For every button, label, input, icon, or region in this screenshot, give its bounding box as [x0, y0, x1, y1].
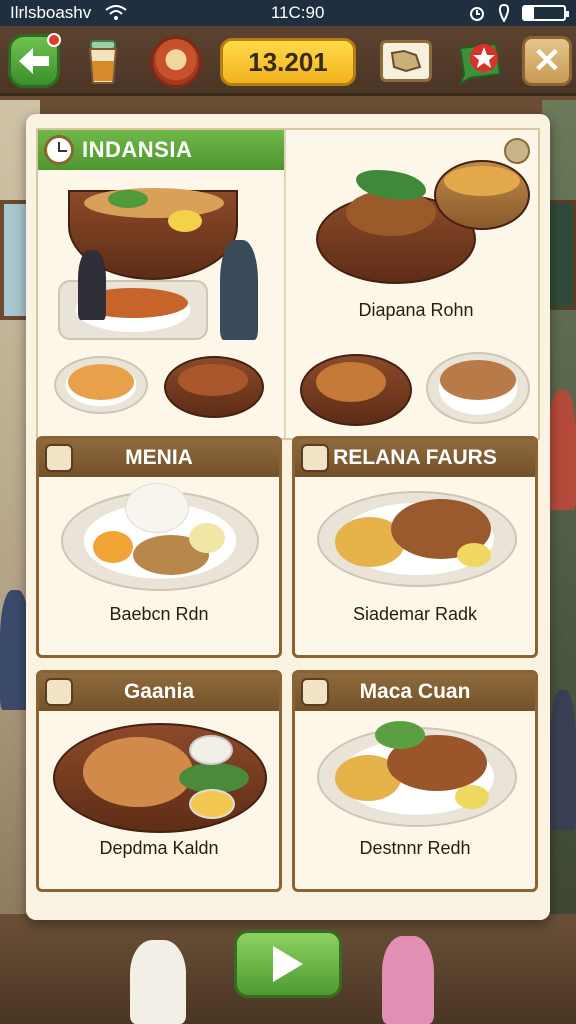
- featured-section: INDANSIA Diapana Rohn: [36, 128, 540, 440]
- card-header: RELANA FAURS: [295, 439, 535, 477]
- side-food: [440, 360, 516, 400]
- card-header: Gaania: [39, 673, 279, 711]
- vegetables: [375, 721, 425, 749]
- card-label: Baebcn Rdn: [109, 604, 209, 624]
- chef-icon: [301, 678, 329, 706]
- featured-title: INDANSIA: [82, 137, 193, 162]
- location-icon: [498, 4, 510, 22]
- server-woman: [220, 240, 258, 340]
- featured-dish-right[interactable]: Diapana Rohn: [286, 130, 542, 440]
- battery-level: [523, 7, 534, 19]
- background-board: [546, 200, 576, 310]
- card-header: Maca Cuan: [295, 673, 535, 711]
- card-title: Maca Cuan: [359, 680, 471, 703]
- dish-card[interactable]: RELANA FAURS Siademar Radk: [292, 436, 538, 658]
- dish-image: [39, 477, 279, 597]
- pot-food: [84, 188, 224, 218]
- background-diner: [548, 390, 576, 510]
- notification-dot: [47, 33, 61, 47]
- back-button[interactable]: [8, 33, 61, 88]
- drink-icon: [88, 40, 118, 84]
- wifi-icon: [105, 5, 127, 20]
- close-icon: ✕: [532, 42, 562, 80]
- noodles: [444, 166, 520, 196]
- close-button[interactable]: ✕: [522, 36, 572, 86]
- card-header: MENIA: [39, 439, 279, 477]
- play-button[interactable]: [234, 930, 342, 998]
- back-arrow-icon: [19, 48, 49, 74]
- card-label: Destnnr Redh: [359, 838, 471, 858]
- clock-time: 11С:90: [270, 3, 325, 22]
- featured-dish-label: Diapana Rohn: [358, 300, 474, 320]
- coin-counter: 13.201: [220, 38, 356, 86]
- alarm-icon: [469, 7, 484, 21]
- chili-icon: [45, 678, 73, 706]
- favorites-button[interactable]: [456, 38, 508, 86]
- roast-chicken: [83, 737, 193, 807]
- egg: [168, 210, 202, 232]
- lime: [457, 543, 491, 567]
- orange-slice: [93, 531, 133, 563]
- menu-panel: INDANSIA Diapana Rohn MENIA Baebcn Rdn R…: [26, 114, 550, 920]
- star-icon: [458, 42, 502, 86]
- sauce-bowl: [189, 735, 233, 765]
- server-woman: [78, 250, 106, 320]
- rice-mound: [125, 483, 189, 533]
- dish-image: [39, 711, 279, 833]
- drink-button[interactable]: [80, 36, 126, 88]
- rice-bowl-food: [68, 364, 134, 400]
- card-title: MENIA: [125, 446, 193, 469]
- featured-header: INDANSIA: [38, 130, 284, 170]
- dish-card[interactable]: Maca Cuan Destnnr Redh: [292, 670, 538, 892]
- featured-dish-left[interactable]: [38, 170, 284, 440]
- card-title: RELANA FAURS: [333, 446, 497, 469]
- map-button[interactable]: [380, 40, 432, 82]
- play-icon: [273, 946, 303, 982]
- card-label: Depdma Kaldn: [99, 838, 219, 858]
- clock-icon: [44, 135, 74, 165]
- dish-card[interactable]: Gaania Depdma Kaldn: [36, 670, 282, 892]
- dish-image: [295, 477, 535, 597]
- carrier-label: Ilrlsboashv: [10, 3, 92, 22]
- status-bar: Ilrlsboashv 11С:90: [0, 0, 576, 26]
- tomato-icon: [301, 444, 329, 472]
- map-icon: [390, 49, 422, 73]
- chicken-bowl-food: [178, 364, 248, 396]
- roast-chicken: [316, 362, 386, 402]
- egg: [189, 523, 225, 553]
- card-label: Siademar Radk: [352, 604, 478, 624]
- background-child: [130, 940, 186, 1024]
- card-title: Gaania: [123, 680, 195, 703]
- bowl-button[interactable]: [150, 36, 202, 88]
- lime: [455, 785, 489, 809]
- vegetables: [108, 190, 148, 208]
- background-diner: [550, 690, 576, 830]
- sauce-bowl: [189, 789, 235, 819]
- leaf-icon: [45, 444, 73, 472]
- dish-card[interactable]: MENIA Baebcn Rdn: [36, 436, 282, 658]
- background-child: [382, 936, 434, 1024]
- dish-image: [295, 711, 535, 831]
- coin-value: 13.201: [248, 46, 328, 77]
- top-toolbar: 13.201 ✕: [0, 26, 576, 96]
- battery-icon: [521, 5, 569, 21]
